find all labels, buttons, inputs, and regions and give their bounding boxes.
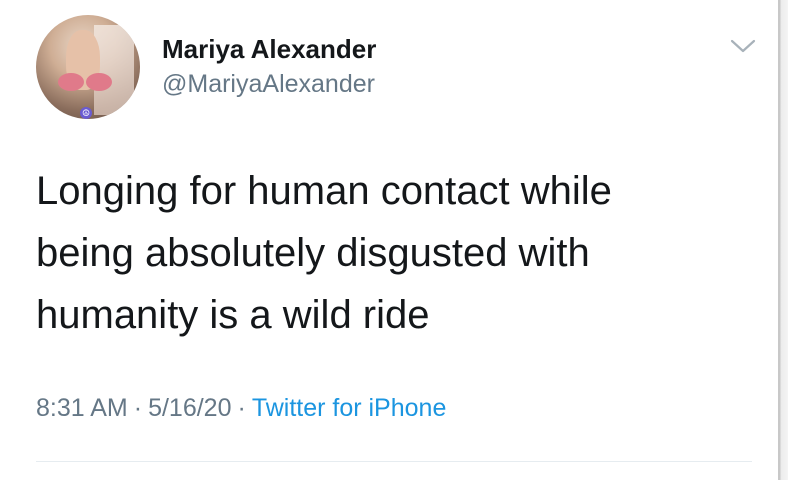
avatar-detail-left — [58, 73, 84, 91]
tweet-text-line: being absolutely disgusted with — [36, 231, 590, 275]
chevron-down-icon[interactable] — [728, 34, 758, 58]
tweet-text-line: humanity is a wild ride — [36, 293, 430, 337]
tweet-date[interactable]: 5/16/20 — [148, 394, 231, 422]
screen-edge — [778, 0, 788, 480]
divider — [36, 461, 752, 462]
meta-separator: · — [237, 394, 246, 422]
tweet-card: ☮ Mariya Alexander @MariyaAlexander Long… — [0, 0, 778, 480]
meta-separator: · — [133, 394, 143, 422]
tweet-meta: 8:31 AM · 5/16/20 · Twitter for iPhone — [36, 394, 446, 423]
avatar-detail-right — [86, 73, 112, 91]
tweet-time[interactable]: 8:31 AM — [36, 394, 128, 422]
display-name[interactable]: Mariya Alexander — [162, 34, 376, 65]
avatar-background — [94, 25, 134, 115]
tweet-text: Longing for human contact while being ab… — [36, 160, 736, 346]
peace-sign-icon: ☮ — [80, 107, 92, 119]
tweet-source-link[interactable]: Twitter for iPhone — [252, 394, 447, 422]
user-handle[interactable]: @MariyaAlexander — [162, 70, 375, 99]
tweet-text-line: Longing for human contact while — [36, 169, 612, 213]
avatar[interactable]: ☮ — [36, 15, 140, 119]
